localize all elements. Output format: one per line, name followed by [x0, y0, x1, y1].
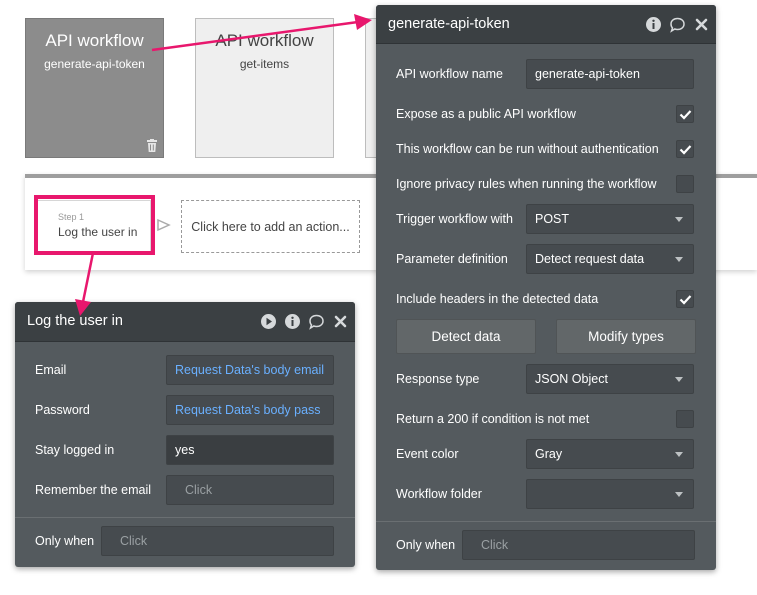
event-color-label: Event color [396, 447, 459, 461]
api-workflow-panel: generate-api-token API workflow name gen… [376, 5, 716, 570]
panel-divider [15, 517, 355, 518]
only-when-label: Only when [35, 534, 95, 548]
email-field[interactable]: Request Data's body email [166, 355, 334, 385]
chevron-down-icon [675, 377, 683, 382]
add-action-button[interactable]: Click here to add an action... [181, 200, 360, 253]
only-when-placeholder: Click [120, 534, 148, 548]
chevron-down-icon [675, 492, 683, 497]
checkmark-icon [679, 295, 692, 305]
chevron-right-icon [157, 218, 171, 232]
workflow-card-subtitle: get-items [239, 57, 290, 71]
include-headers-label: Include headers in the detected data [396, 292, 599, 306]
trigger-select[interactable]: POST [526, 204, 694, 234]
stay-logged-in-label: Stay logged in [35, 443, 115, 457]
parameter-definition-value: Detect request data [535, 252, 645, 266]
panel-divider [376, 521, 716, 522]
workflow-folder-label: Workflow folder [396, 487, 482, 501]
password-label: Password [35, 403, 90, 417]
response-type-label: Response type [396, 372, 480, 386]
return-200-label: Return a 200 if condition is not met [396, 412, 590, 426]
step-number: Step 1 [58, 212, 85, 222]
response-type-select[interactable]: JSON Object [526, 364, 694, 394]
workflow-card-get-items[interactable]: API workflow get-items [195, 18, 334, 158]
remember-email-placeholder: Click [185, 483, 213, 497]
include-headers-checkbox[interactable] [676, 290, 694, 308]
panel-title: Log the user in [27, 313, 123, 329]
checkmark-icon [679, 145, 692, 155]
ignore-privacy-checkbox[interactable] [676, 175, 694, 193]
panel-header: generate-api-token [376, 5, 716, 44]
remember-email-field[interactable]: Click [166, 475, 334, 505]
panel-header: Log the user in [15, 302, 355, 342]
close-icon[interactable] [693, 16, 710, 33]
only-when-label: Only when [396, 538, 456, 552]
workflow-name-label: API workflow name [396, 67, 503, 81]
comment-icon[interactable] [669, 16, 686, 33]
panel-title: generate-api-token [388, 16, 510, 32]
info-icon[interactable] [645, 16, 662, 33]
only-when-placeholder: Click [481, 538, 509, 552]
step-log-user-in[interactable]: Step 1 Log the user in [37, 200, 151, 252]
info-icon[interactable] [284, 313, 301, 330]
detect-data-button[interactable]: Detect data [396, 319, 536, 354]
chevron-down-icon [675, 452, 683, 457]
email-label: Email [35, 363, 67, 377]
remember-email-label: Remember the email [35, 483, 152, 497]
expose-public-label: Expose as a public API workflow [396, 107, 576, 121]
modify-types-button[interactable]: Modify types [556, 319, 696, 354]
workflow-editor-canvas: API workflow generate-api-token API work… [0, 0, 757, 595]
return-200-checkbox[interactable] [676, 410, 694, 428]
workflow-card-generate-api-token[interactable]: API workflow generate-api-token [25, 18, 164, 158]
checkmark-icon [679, 110, 692, 120]
step-name: Log the user in [58, 225, 138, 239]
play-icon[interactable] [260, 313, 277, 330]
expose-public-checkbox[interactable] [676, 105, 694, 123]
no-auth-checkbox[interactable] [676, 140, 694, 158]
workflow-folder-select[interactable] [526, 479, 694, 509]
trash-icon[interactable] [146, 139, 158, 152]
password-field[interactable]: Request Data's body pass [166, 395, 334, 425]
parameter-definition-select[interactable]: Detect request data [526, 244, 694, 274]
no-auth-label: This workflow can be run without authent… [396, 142, 659, 156]
response-type-value: JSON Object [535, 372, 608, 386]
stay-logged-in-field[interactable]: yes [166, 435, 334, 465]
chevron-down-icon [675, 257, 683, 262]
workflow-name-input[interactable]: generate-api-token [526, 59, 694, 89]
close-icon[interactable] [332, 313, 349, 330]
chevron-down-icon [675, 217, 683, 222]
only-when-field[interactable]: Click [462, 530, 695, 560]
workflow-card-title: API workflow [45, 31, 144, 50]
panel-header-icons [260, 313, 349, 330]
event-color-select[interactable]: Gray [526, 439, 694, 469]
log-user-in-panel: Log the user in Email Request Data's bod… [15, 302, 355, 567]
ignore-privacy-label: Ignore privacy rules when running the wo… [396, 177, 657, 191]
event-color-value: Gray [535, 447, 563, 461]
comment-icon[interactable] [308, 313, 325, 330]
trigger-label: Trigger workflow with [396, 212, 513, 226]
workflow-card-title: API workflow [215, 31, 314, 50]
panel-header-icons [645, 16, 710, 33]
parameter-definition-label: Parameter definition [396, 252, 508, 266]
workflow-card-subtitle: generate-api-token [44, 57, 145, 71]
only-when-field[interactable]: Click [101, 526, 334, 556]
trigger-select-value: POST [535, 212, 570, 226]
